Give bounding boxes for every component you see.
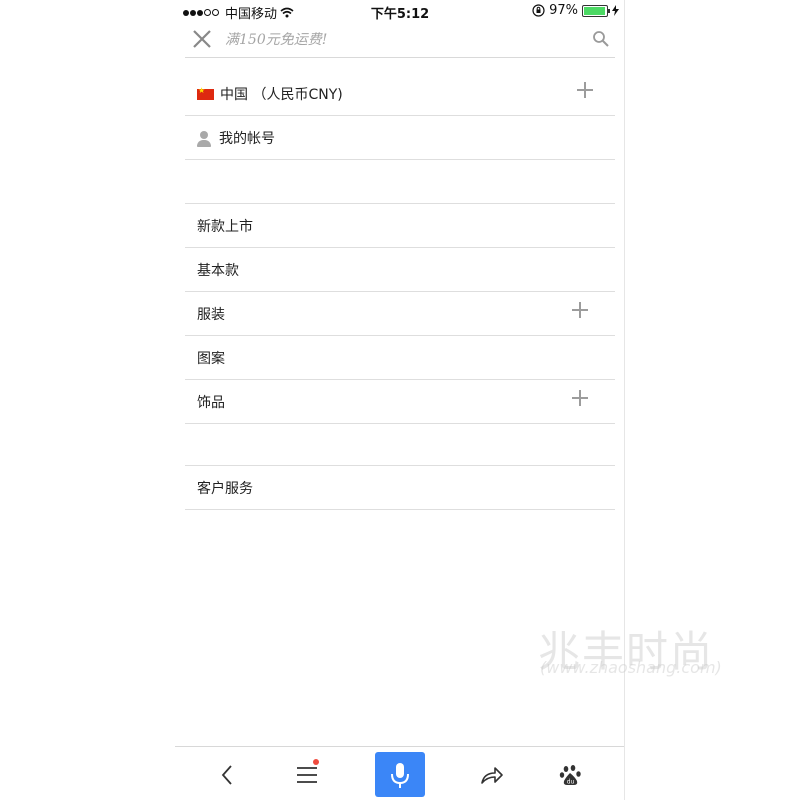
customer-service-link[interactable]: 客户服务 bbox=[185, 465, 615, 510]
baidu-paw-icon: du bbox=[559, 765, 581, 786]
menu-button[interactable] bbox=[287, 755, 327, 795]
back-button[interactable] bbox=[207, 755, 247, 795]
menu-item-label: 图案 bbox=[197, 350, 225, 367]
expand-plus-icon[interactable] bbox=[572, 302, 588, 318]
menu-item-basics[interactable]: 基本款 bbox=[185, 248, 615, 292]
currency-selector[interactable]: 中国 （人民币CNY) bbox=[185, 72, 615, 116]
menu-item-accessories[interactable]: 饰品 bbox=[185, 380, 615, 424]
menu-icon bbox=[297, 767, 317, 783]
menu-item-clothing[interactable]: 服装 bbox=[185, 292, 615, 336]
menu-item-label: 新款上市 bbox=[197, 218, 253, 235]
share-icon bbox=[481, 767, 503, 784]
search-header bbox=[185, 22, 615, 58]
watermark-url: (www.zhaoshang.com) bbox=[540, 658, 722, 677]
customer-service-label: 客户服务 bbox=[197, 480, 253, 497]
notification-dot bbox=[313, 759, 319, 765]
currency-label: 中国 （人民币CNY) bbox=[220, 86, 343, 103]
rotation-lock-icon bbox=[532, 4, 545, 17]
voice-search-button[interactable] bbox=[375, 752, 425, 797]
browser-toolbar: du bbox=[175, 746, 625, 801]
phone-screen: 中国移动 下午5:12 97% 满150元免运费! ★中国 （人民币CNY) 我… bbox=[175, 0, 625, 801]
svg-text:du: du bbox=[567, 779, 575, 786]
baidu-button[interactable]: du bbox=[551, 755, 591, 795]
screen-edge-divider bbox=[624, 0, 625, 800]
currency-label-wrap: 中国 （人民币CNY) bbox=[197, 84, 343, 104]
search-input[interactable] bbox=[223, 28, 557, 52]
battery-icon bbox=[582, 4, 610, 17]
category-menu: 新款上市 基本款 服装 图案 饰品 bbox=[185, 203, 615, 424]
menu-item-label: 饰品 bbox=[197, 394, 225, 411]
menu-item-new-arrivals[interactable]: 新款上市 bbox=[185, 203, 615, 248]
menu-item-label: 服装 bbox=[197, 306, 225, 323]
close-icon[interactable] bbox=[191, 28, 213, 50]
expand-plus-icon[interactable] bbox=[577, 82, 593, 98]
user-icon bbox=[197, 130, 211, 147]
service-section: 客户服务 bbox=[185, 465, 615, 510]
charging-icon bbox=[612, 5, 619, 16]
share-button[interactable] bbox=[472, 755, 512, 795]
my-account-label: 我的帐号 bbox=[219, 130, 275, 147]
my-account-link[interactable]: 我的帐号 bbox=[185, 116, 615, 160]
search-icon[interactable] bbox=[592, 30, 610, 48]
account-section: 中国 （人民币CNY) 我的帐号 bbox=[185, 72, 615, 160]
status-bar: 中国移动 下午5:12 97% bbox=[175, 0, 625, 22]
expand-plus-icon[interactable] bbox=[572, 390, 588, 406]
status-right: 97% bbox=[532, 3, 619, 18]
back-icon bbox=[221, 765, 232, 785]
microphone-icon bbox=[391, 763, 409, 788]
battery-percent: 97% bbox=[549, 3, 578, 18]
menu-item-label: 基本款 bbox=[197, 262, 239, 279]
menu-item-patterns[interactable]: 图案 bbox=[185, 336, 615, 380]
my-account-label-wrap: 我的帐号 bbox=[197, 128, 275, 148]
china-flag-icon bbox=[197, 86, 214, 100]
